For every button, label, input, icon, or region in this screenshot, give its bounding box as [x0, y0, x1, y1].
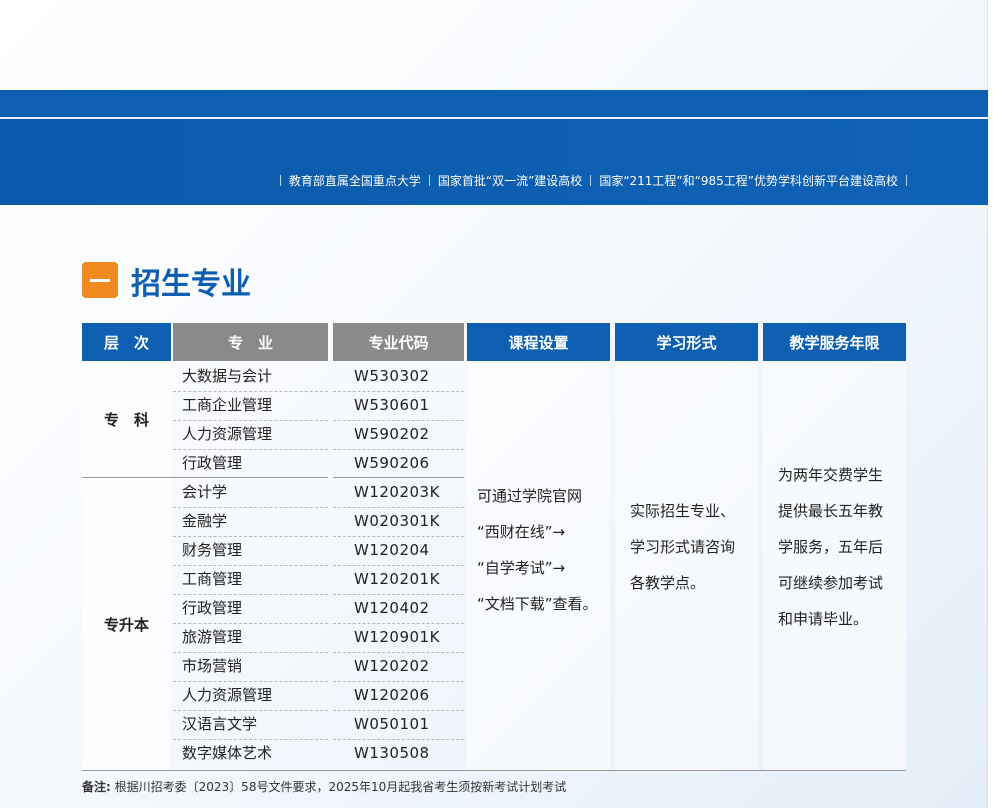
table-bottom-border — [82, 770, 906, 771]
course-setup-text: 可通过学院官网 “西财在线”→ “自学考试”→ “文档下载”查看。 — [477, 478, 598, 622]
level-zhuanshengben: 专升本 — [103, 615, 149, 634]
header-code: 专业代码 — [333, 323, 464, 361]
major-code: W020301K — [354, 512, 440, 530]
section-title: 招生专业 — [131, 267, 251, 302]
service-years-line: 提供最长五年教 — [778, 502, 884, 520]
major-name: 大数据与会计 — [182, 367, 273, 385]
section-number-badge-icon — [82, 262, 118, 298]
service-years-line: 和申请毕业。 — [778, 610, 869, 628]
service-years-text: 为两年交费学生 提供最长五年教 学服务，五年后 可继续参加考试 和申请毕业。 — [778, 457, 883, 637]
tagline-item: 国家首批“双一流”建设高校 — [437, 174, 583, 188]
major-name: 行政管理 — [182, 599, 243, 617]
tagline-separator — [906, 175, 907, 186]
footnote-label: 备注: — [82, 780, 111, 794]
service-years-line: 为两年交费学生 — [778, 466, 884, 484]
tagline-item: 国家“211工程”和“985工程”优势学科创新平台建设高校 — [599, 174, 898, 188]
footnote-text: 根据川招考委〔2023〕58号文件要求，2025年10月起我省考生须按新考试计划… — [114, 780, 567, 794]
study-form-line: 学习形式请咨询 — [630, 538, 736, 556]
major-code: W120203K — [354, 483, 440, 501]
major-code: W120204 — [354, 541, 430, 559]
study-form-text: 实际招生专业、 学习形式请咨询 各教学点。 — [630, 493, 735, 601]
major-name: 数字媒体艺术 — [182, 744, 273, 762]
major-code: W050101 — [354, 715, 430, 733]
major-code: W120402 — [354, 599, 430, 617]
tagline-separator — [279, 175, 281, 186]
header-band-top — [0, 90, 988, 117]
major-code: W530302 — [354, 367, 430, 385]
major-code: W120202 — [354, 657, 430, 675]
course-setup-line: “西财在线”→ — [477, 523, 566, 541]
major-code: W130508 — [354, 744, 430, 762]
course-setup-line: “自学考试”→ — [477, 559, 566, 577]
footnote: 备注: 根据川招考委〔2023〕58号文件要求，2025年10月起我省考生须按新… — [82, 778, 566, 795]
study-form-line: 各教学点。 — [630, 574, 706, 592]
major-code: W530601 — [354, 396, 430, 414]
level-zhuanke: 专 科 — [103, 410, 149, 429]
service-years-line: 学服务，五年后 — [778, 538, 884, 556]
major-name: 工商企业管理 — [182, 396, 273, 414]
header-service-years: 教学服务年限 — [763, 323, 906, 361]
major-code: W120901K — [354, 628, 440, 646]
tagline-separator — [590, 175, 592, 186]
major-name: 金融学 — [182, 512, 228, 530]
major-code: W590206 — [354, 454, 430, 472]
major-name: 汉语言文学 — [182, 715, 258, 733]
major-code: W120206 — [354, 686, 430, 704]
header-level: 层 次 — [82, 323, 171, 361]
study-form-line: 实际招生专业、 — [630, 502, 736, 520]
header-tagline: 教育部直属全国重点大学 国家首批“双一流”建设高校 国家“211工程”和“985工程… — [0, 172, 915, 189]
major-name: 人力资源管理 — [182, 425, 273, 443]
tagline-separator — [428, 175, 430, 186]
course-setup-line: “文档下载”查看。 — [477, 595, 598, 613]
tagline-item: 教育部直属全国重点大学 — [288, 174, 421, 188]
major-name: 行政管理 — [182, 454, 243, 472]
header-major: 专 业 — [173, 323, 328, 361]
major-name: 会计学 — [182, 483, 228, 501]
major-name: 财务管理 — [182, 541, 243, 559]
major-name: 工商管理 — [182, 570, 243, 588]
major-name: 市场营销 — [182, 657, 243, 675]
service-years-line: 可继续参加考试 — [778, 574, 884, 592]
major-name: 人力资源管理 — [182, 686, 273, 704]
course-setup-line: 可通过学院官网 — [477, 487, 583, 505]
major-name: 旅游管理 — [182, 628, 243, 646]
major-code: W590202 — [354, 425, 430, 443]
header-band — [0, 119, 988, 205]
header-study-form: 学习形式 — [615, 323, 758, 361]
header-course-setup: 课程设置 — [467, 323, 610, 361]
majors-table: 层 次 专 业 专业代码 课程设置 学习形式 教学服务年限 专 科 专升本 大数… — [82, 323, 906, 771]
major-code: W120201K — [354, 570, 440, 588]
